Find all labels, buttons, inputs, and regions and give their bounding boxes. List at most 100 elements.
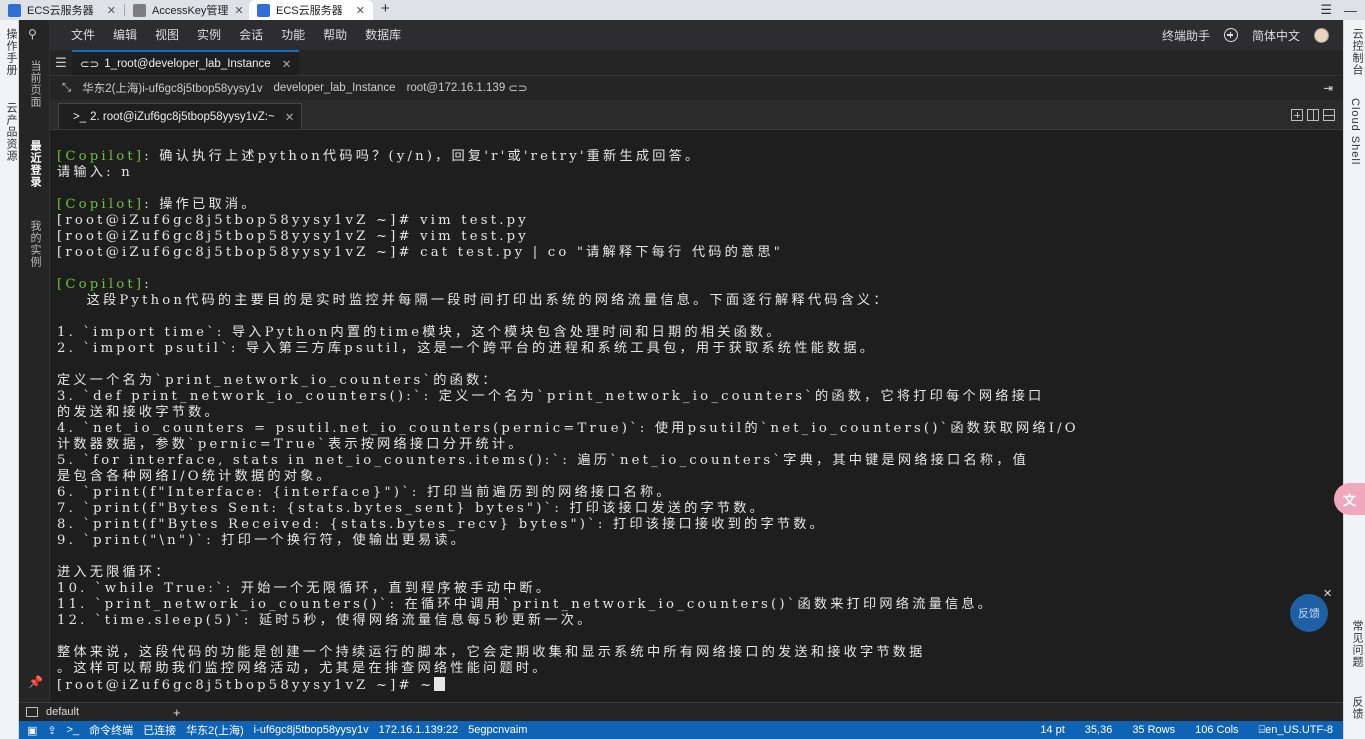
- right-rail-item-cloud-shell[interactable]: Cloud Shell: [1349, 98, 1361, 165]
- panel-tab-bar: default +: [19, 702, 1343, 721]
- terminal-line-text: 定义一个名为`print_network_io_counters`的函数：: [57, 373, 499, 388]
- new-pane-icon[interactable]: [1291, 109, 1303, 121]
- session-tab[interactable]: ⊂⊃ 1_root@developer_lab_Instance ✕: [72, 50, 300, 75]
- sidebar-item-my-instances[interactable]: 我的实例: [27, 220, 43, 268]
- connection-instance-name: developer_lab_Instance: [273, 82, 396, 94]
- sidebar-item-current-page[interactable]: 当前页面: [27, 60, 43, 108]
- menu-edit[interactable]: 编辑: [104, 20, 146, 50]
- terminal-line: 。这样可以帮助我们监控网络活动，尤其是在排查网络性能问题时。: [57, 661, 1343, 677]
- session-tab-label: 1_root@developer_lab_Instance: [104, 57, 271, 70]
- close-icon[interactable]: ✕: [107, 4, 116, 17]
- terminal-line: 6. `print(f"Interface: {interface}")`: 打…: [57, 485, 1343, 501]
- terminal-line: 5. `for interface, stats in net_io_count…: [57, 453, 1343, 469]
- close-icon[interactable]: ✕: [282, 57, 292, 71]
- menu-help[interactable]: 帮助: [314, 20, 356, 50]
- terminal-line-text: [root@iZuf6gc8j5tbop58yysy1vZ ~]# vim te…: [57, 229, 529, 244]
- terminal-line: [root@iZuf6gc8j5tbop58yysy1vZ ~]# ~: [57, 677, 1343, 693]
- menu-database[interactable]: 数据库: [356, 20, 410, 50]
- right-rail-item-console[interactable]: 云控制台: [1349, 28, 1365, 76]
- status-command-terminal[interactable]: 命令终端: [89, 722, 133, 738]
- left-rail-item-resources[interactable]: 云产品资源: [3, 102, 19, 162]
- browser-tab-active[interactable]: ECS云服务器 ✕: [249, 0, 373, 20]
- add-panel-button[interactable]: +: [173, 705, 181, 720]
- close-icon[interactable]: ✕: [1323, 587, 1332, 600]
- terminal-line: 整体来说，这段代码的功能是创建一个持续运行的脚本，它会定期收集和显示系统中所有网…: [57, 645, 1343, 661]
- pin-icon[interactable]: 📌: [28, 675, 43, 689]
- terminal-line-text: 的发送和接收字节数。: [57, 405, 221, 420]
- terminal-line: 这段Python代码的主要目的是实时监控并每隔一段时间打印出系统的网络流量信息。…: [57, 293, 1343, 309]
- list-menu-icon[interactable]: ☰: [50, 50, 72, 75]
- terminal-line: 4. `net_io_counters = psutil.net_io_coun…: [57, 421, 1343, 437]
- right-rail: 云控制台 Cloud Shell 常见问题 反馈: [1343, 20, 1365, 739]
- close-icon[interactable]: ✕: [356, 4, 365, 17]
- menu-session[interactable]: 会话: [230, 20, 272, 50]
- left-rail-item-manual[interactable]: 操作手册: [3, 28, 19, 76]
- avatar[interactable]: [1314, 27, 1329, 43]
- terminal-line: 3. `def print_network_io_counters():`: 定…: [57, 389, 1343, 405]
- terminal-tab-bar: >_ 2. root@iZuf6gc8j5tbop58yysy1vZ:~ ✕: [50, 100, 1343, 130]
- menu-view[interactable]: 视图: [146, 20, 188, 50]
- terminal-assistant-button[interactable]: 终端助手: [1162, 27, 1210, 44]
- terminal-line: [Copilot]:: [57, 277, 1343, 293]
- connection-user-host: root@172.16.1.139: [406, 82, 506, 94]
- menubar: 文件 编辑 视图 实例 会话 功能 帮助 数据库 终端助手 简体中文: [50, 20, 1343, 50]
- terminal-line-text: 整体来说，这段代码的功能是创建一个持续运行的脚本，它会定期收集和显示系统中所有网…: [57, 645, 926, 660]
- terminal-line-text: 2. `import psutil`: 导入第三方库psutil，这是一个跨平台…: [57, 341, 877, 356]
- ecs-favicon-icon: [8, 3, 21, 17]
- language-select[interactable]: 简体中文: [1252, 27, 1300, 44]
- menu-instance[interactable]: 实例: [188, 20, 230, 50]
- browser-tab[interactable]: ECS云服务器 ✕: [0, 0, 124, 20]
- terminal-line-text: 8. `print(f"Bytes Received: {stats.bytes…: [57, 517, 826, 532]
- layout-buttons: [1291, 109, 1343, 129]
- terminal-line-text: 请输入: n: [57, 165, 133, 180]
- right-rail-item-feedback[interactable]: 反馈: [1349, 696, 1365, 720]
- terminal-line-text: 1. `import time`: 导入Python内置的time模块，这个模块…: [57, 325, 783, 340]
- export-icon[interactable]: ⇥: [1323, 81, 1343, 95]
- split-horizontal-icon[interactable]: [1323, 109, 1335, 121]
- menu-file[interactable]: 文件: [62, 20, 104, 50]
- terminal-line: 进入无限循环：: [57, 565, 1343, 581]
- browser-tab[interactable]: AccessKey管理 ✕: [125, 0, 249, 20]
- sidebar-item-recent-login[interactable]: 最近登录: [27, 140, 43, 188]
- terminal-line-text: 计数器数据，参数`pernic=True`表示按网络接口分开统计。: [57, 437, 525, 452]
- terminal-line: 定义一个名为`print_network_io_counters`的函数：: [57, 373, 1343, 389]
- status-encoding[interactable]: ⌸en_US.UTF-8: [1259, 724, 1333, 737]
- menu-function[interactable]: 功能: [272, 20, 314, 50]
- terminal-tab-label: 2. root@iZuf6gc8j5tbop58yysy1vZ:~: [90, 110, 275, 123]
- link-icon: ⊂⊃: [80, 58, 100, 71]
- close-icon[interactable]: ✕: [234, 4, 243, 17]
- right-rail-item-faq[interactable]: 常见问题: [1349, 620, 1365, 668]
- terminal-line-text: 。这样可以帮助我们监控网络活动，尤其是在排查网络性能问题时。: [57, 661, 549, 676]
- translate-button[interactable]: 文: [1334, 483, 1365, 515]
- terminal-line-text: 12. `time.sleep(5)`: 延时5秒，使得网络流量信息每5秒更新一…: [57, 613, 594, 628]
- panel-tab-default[interactable]: default: [46, 706, 79, 718]
- upload-icon[interactable]: ⇪: [47, 724, 56, 737]
- status-cols: 106 Cols: [1195, 723, 1239, 736]
- terminal-tab[interactable]: >_ 2. root@iZuf6gc8j5tbop58yysy1vZ:~ ✕: [58, 103, 303, 129]
- new-tab-button[interactable]: +: [373, 0, 398, 20]
- terminal-line-text: : 确认执行上述python代码吗？(y/n)，回复'r'或'retry'重新生…: [144, 149, 702, 164]
- close-icon[interactable]: ✕: [285, 110, 295, 124]
- status-font-size[interactable]: 14 pt: [1040, 724, 1064, 737]
- terminal-line-text: 9. `print("\n")`: 打印一个换行符，使输出更易读。: [57, 533, 468, 548]
- connection-info-bar: ⤡ 华东2(上海)i-uf6gc8j5tbop58yysy1v develope…: [50, 76, 1343, 100]
- collapse-icon[interactable]: ⤡: [62, 82, 71, 95]
- status-cursor-pos: 35,36: [1084, 723, 1113, 736]
- terminal-icon: [26, 707, 38, 717]
- terminal-line-text: 6. `print(f"Interface: {interface}")`: 打…: [57, 485, 673, 500]
- browser-tab-title: AccessKey管理: [152, 5, 229, 17]
- terminal-line-text: 3. `def print_network_io_counters():`: 定…: [57, 389, 1045, 404]
- split-vertical-icon[interactable]: [1307, 109, 1319, 121]
- hamburger-menu-icon[interactable]: ☰: [1320, 2, 1332, 18]
- terminal-output[interactable]: [Copilot]: 确认执行上述python代码吗？(y/n)，回复'r'或'…: [50, 131, 1343, 702]
- linux-icon: ⚲: [28, 27, 37, 41]
- copilot-tag: [Copilot]: [57, 149, 145, 164]
- minimize-icon[interactable]: —: [1344, 3, 1357, 18]
- terminal-line: [root@iZuf6gc8j5tbop58yysy1vZ ~]# cat te…: [57, 245, 1343, 261]
- browser-tab-strip: ECS云服务器 ✕ AccessKey管理 ✕ ECS云服务器 ✕ + ☰ —: [0, 0, 1365, 20]
- add-circle-icon[interactable]: [1223, 28, 1238, 42]
